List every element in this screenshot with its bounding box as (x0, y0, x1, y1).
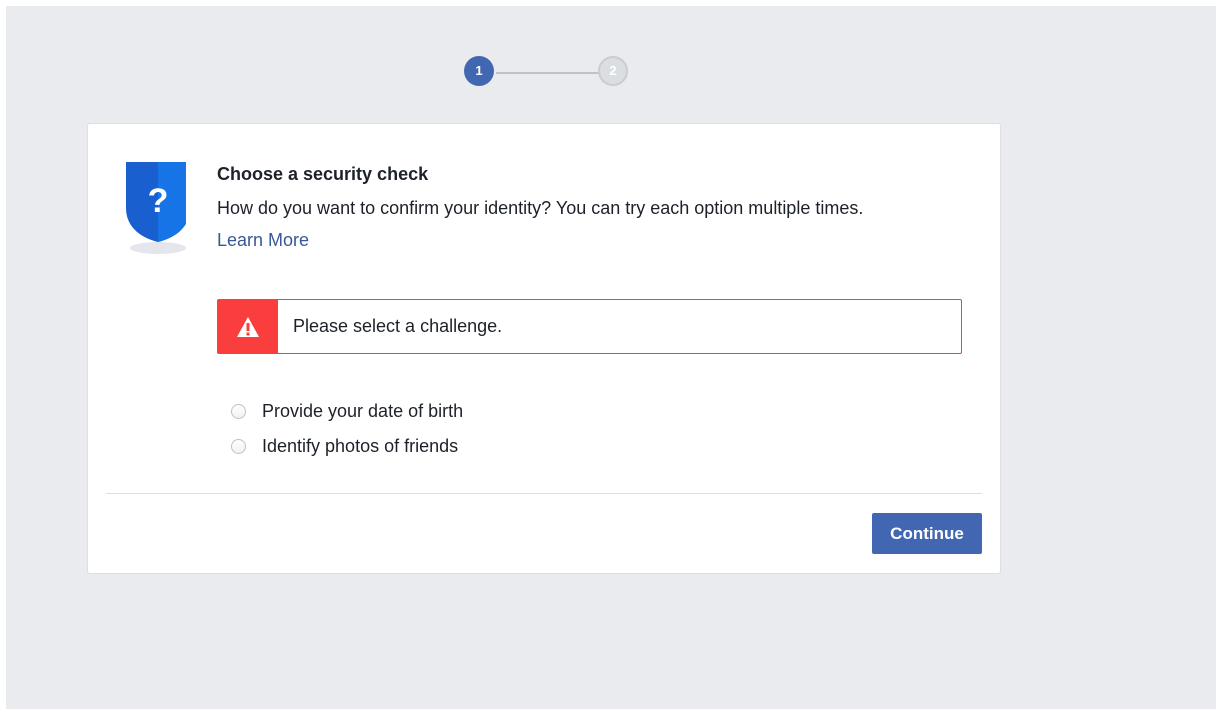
error-message: Please select a challenge. (293, 316, 503, 336)
learn-more-link[interactable]: Learn More (217, 230, 309, 251)
stepper-connector (496, 72, 600, 74)
option-label[interactable]: Provide your date of birth (262, 401, 463, 422)
radio-button[interactable] (231, 404, 246, 419)
step-1-indicator: 1 (464, 56, 494, 86)
dialog-description: How do you want to confirm your identity… (217, 198, 864, 218)
option-identify-photos[interactable]: Identify photos of friends (231, 429, 463, 464)
radio-button[interactable] (231, 439, 246, 454)
security-check-card: ? Choose a security check How do you wan… (87, 123, 1001, 574)
footer-divider (106, 493, 982, 494)
warning-triangle-icon (218, 300, 278, 353)
page-background: 1 2 ? Choose a security check How do you… (6, 6, 1216, 709)
error-banner: Please select a challenge. (217, 299, 962, 354)
progress-stepper: 1 2 (458, 52, 636, 92)
svg-text:?: ? (148, 182, 169, 220)
option-date-of-birth[interactable]: Provide your date of birth (231, 394, 463, 429)
continue-button[interactable]: Continue (872, 513, 982, 554)
step-2-indicator: 2 (598, 56, 628, 86)
option-label[interactable]: Identify photos of friends (262, 436, 458, 457)
dialog-title: Choose a security check (217, 164, 429, 184)
challenge-options: Provide your date of birth Identify phot… (231, 394, 463, 464)
dialog-content: Choose a security check How do you want … (217, 164, 967, 251)
question-shield-icon: ? (122, 158, 190, 258)
